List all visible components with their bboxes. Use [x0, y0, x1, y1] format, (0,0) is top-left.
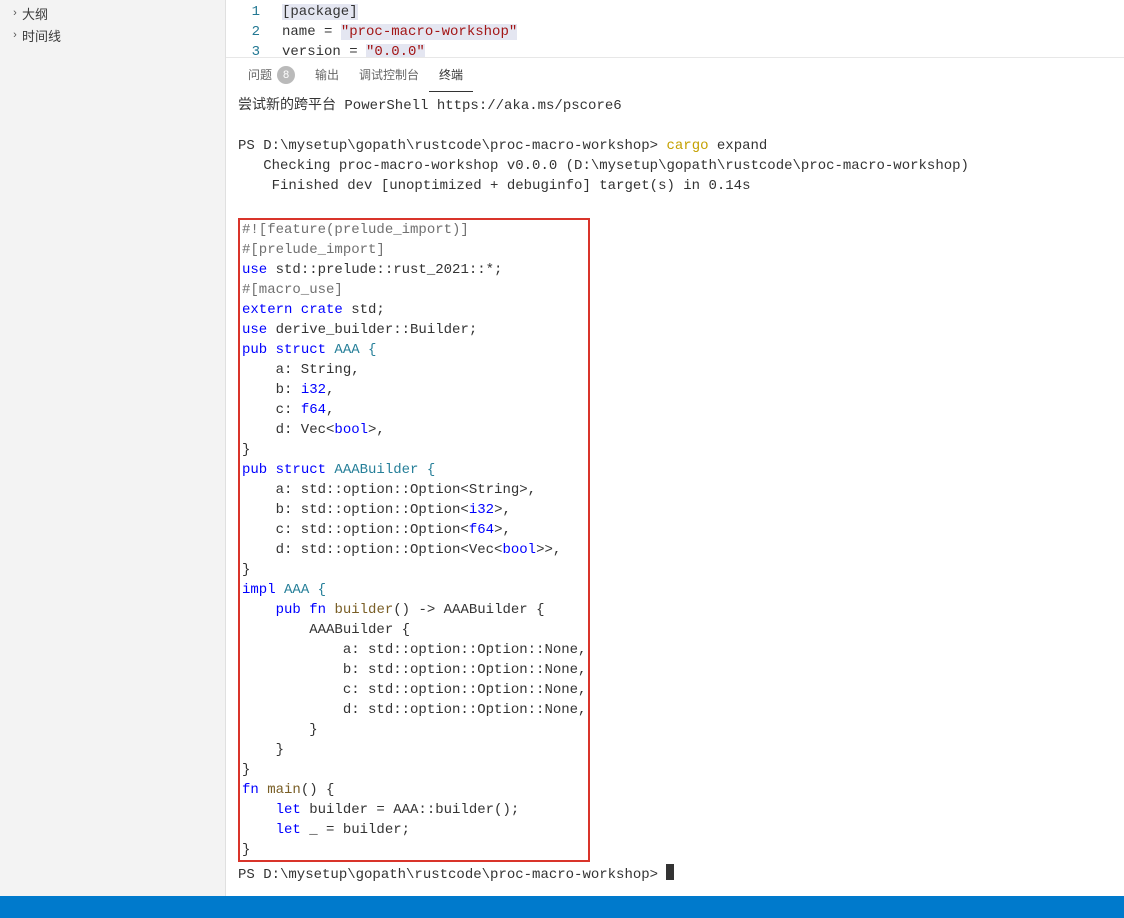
line-number: 2	[226, 22, 282, 42]
sidebar-item-label: 大纲	[22, 4, 48, 23]
terminal-output-line: Finished dev [unoptimized + debuginfo] t…	[238, 178, 750, 194]
sidebar-item-outline[interactable]: › 大纲	[0, 2, 225, 24]
sidebar-item-timeline[interactable]: › 时间线	[0, 24, 225, 46]
terminal-prompt: PS D:\mysetup\gopath\rustcode\proc-macro…	[238, 867, 666, 883]
powershell-hint: 尝试新的跨平台 PowerShell https://aka.ms/pscore…	[238, 98, 622, 114]
line-number: 1	[226, 2, 282, 22]
terminal-cursor	[666, 864, 674, 880]
terminal-prompt: PS D:\mysetup\gopath\rustcode\proc-macro…	[238, 138, 666, 154]
chevron-right-icon: ›	[8, 7, 22, 19]
panel-tabs: 问题 8 输出 调试控制台 终端	[226, 58, 1124, 92]
expanded-code-block: #![feature(prelude_import)] #[prelude_im…	[238, 218, 590, 862]
sidebar: › 大纲 › 时间线	[0, 0, 226, 896]
code-line[interactable]: [package]	[282, 2, 358, 22]
tab-output[interactable]: 输出	[305, 58, 349, 92]
terminal-command: cargo	[666, 138, 708, 154]
problems-badge: 8	[277, 66, 295, 84]
tab-problems[interactable]: 问题 8	[238, 58, 305, 92]
code-line[interactable]: version = "0.0.0"	[282, 42, 425, 58]
chevron-right-icon: ›	[8, 29, 22, 41]
status-bar[interactable]	[0, 896, 1124, 918]
editor[interactable]: 1 [package] 2 name = "proc-macro-worksho…	[226, 0, 1124, 58]
terminal-output-line: Checking proc-macro-workshop v0.0.0 (D:\…	[238, 158, 969, 174]
sidebar-item-label: 时间线	[22, 26, 61, 45]
tab-terminal[interactable]: 终端	[429, 58, 473, 92]
tab-debug-console[interactable]: 调试控制台	[349, 58, 429, 92]
line-number: 3	[226, 42, 282, 58]
terminal[interactable]: 尝试新的跨平台 PowerShell https://aka.ms/pscore…	[226, 92, 1124, 896]
bottom-panel: 问题 8 输出 调试控制台 终端 尝试新的跨平台 PowerShell http…	[226, 58, 1124, 896]
code-line[interactable]: name = "proc-macro-workshop"	[282, 22, 517, 42]
